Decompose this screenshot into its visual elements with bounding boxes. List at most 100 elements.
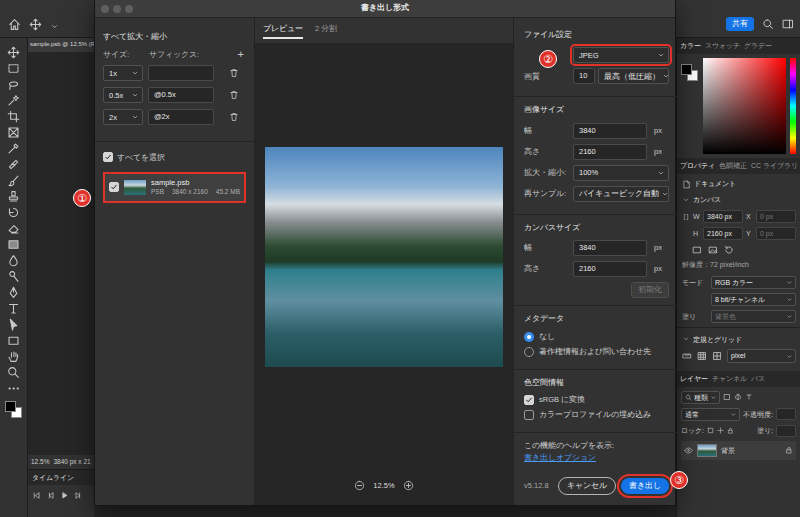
bit-depth-dropdown[interactable]: 8 bit/チャンネル — [711, 293, 796, 306]
option-label[interactable]: sRGB に変換 — [539, 395, 585, 405]
reset-button[interactable]: 初期化 — [631, 282, 669, 298]
canvas-heading[interactable]: カンバス — [693, 195, 721, 204]
suffix-field[interactable] — [148, 65, 214, 81]
cancel-button[interactable]: キャンセル — [558, 477, 616, 495]
select-all-row[interactable]: すべてを選択 — [103, 152, 246, 162]
pen-tool-icon[interactable] — [7, 286, 20, 299]
foreground-color[interactable] — [681, 64, 692, 75]
canvas-size-icon[interactable] — [692, 245, 702, 255]
timeline-title[interactable]: タイムライン — [28, 470, 94, 485]
filter-type-icon[interactable] — [745, 393, 753, 401]
history-brush-tool-icon[interactable] — [7, 206, 20, 219]
format-dropdown[interactable]: JPEG — [573, 47, 669, 63]
layer-name[interactable]: 背景 — [721, 446, 735, 455]
height-field[interactable]: 2160 px — [703, 227, 743, 240]
preview-tab[interactable]: プレビュー — [263, 22, 303, 39]
checkbox[interactable] — [524, 410, 534, 420]
export-button[interactable]: 書き出し — [621, 478, 669, 494]
panel-tab[interactable]: プロパティ — [680, 159, 715, 173]
hand-tool-icon[interactable] — [7, 350, 20, 363]
asset-checkbox[interactable] — [109, 182, 119, 192]
lock-all-icon[interactable] — [727, 427, 734, 434]
mode-dropdown[interactable]: RGB カラー — [711, 276, 796, 289]
close-button[interactable] — [101, 5, 109, 13]
next-frame-icon[interactable] — [74, 491, 83, 500]
frame-tool-icon[interactable] — [7, 126, 20, 139]
scale-size-dropdown[interactable]: 0.5x — [103, 87, 143, 103]
move-tool-icon[interactable] — [7, 46, 20, 59]
panel-tab[interactable]: パス — [751, 372, 765, 386]
lock-icon[interactable] — [785, 446, 793, 454]
filter-adjust-icon[interactable] — [734, 393, 742, 401]
healing-brush-tool-icon[interactable] — [7, 158, 20, 171]
guides-icon[interactable] — [712, 351, 722, 361]
color-space-option[interactable]: カラープロファイルの埋め込み — [524, 410, 669, 420]
lock-pixels-icon[interactable] — [707, 427, 714, 434]
rotate-icon[interactable] — [724, 245, 734, 255]
suffix-field[interactable]: @0.5x — [148, 87, 214, 103]
color-swatches[interactable] — [5, 401, 23, 419]
share-button[interactable]: 共有 — [726, 17, 754, 32]
blend-mode-dropdown[interactable]: 通常 — [681, 408, 740, 421]
zoom-tool-icon[interactable] — [7, 366, 20, 379]
preview-tab[interactable]: 2 分割 — [315, 22, 337, 39]
option-label[interactable]: なし — [539, 332, 555, 342]
path-select-tool-icon[interactable] — [7, 318, 20, 331]
x-field[interactable]: 0 px — [756, 210, 796, 223]
minimize-button[interactable] — [113, 5, 121, 13]
zoom-out-icon[interactable] — [354, 480, 365, 491]
dropdown-chevron-icon[interactable] — [50, 22, 59, 31]
trash-icon[interactable] — [229, 90, 239, 100]
dodge-tool-icon[interactable] — [7, 270, 20, 283]
document-tab[interactable]: sample.psb @ 12.5% (R — [28, 38, 94, 52]
foreground-color[interactable] — [5, 401, 16, 412]
rectangle-tool-icon[interactable] — [7, 334, 20, 347]
width-field[interactable]: 3840 px — [703, 210, 743, 223]
units-dropdown[interactable]: pixel — [727, 349, 796, 362]
lasso-tool-icon[interactable] — [7, 78, 20, 91]
option-label[interactable]: カラープロファイルの埋め込み — [539, 410, 651, 420]
trash-icon[interactable] — [229, 68, 239, 78]
layer-row[interactable]: 背景 — [681, 441, 796, 460]
image-icon[interactable] — [708, 245, 718, 255]
eraser-tool-icon[interactable] — [7, 222, 20, 235]
zoom-in-icon[interactable] — [403, 480, 414, 491]
disclosure-icon[interactable] — [682, 196, 690, 204]
suffix-field[interactable]: @2x — [148, 109, 214, 125]
fill-dropdown[interactable]: 背景色 — [711, 310, 796, 323]
blur-tool-icon[interactable] — [7, 254, 20, 267]
filter-kind-dropdown[interactable]: 種類 — [681, 391, 720, 404]
image-width-field[interactable]: 3840 — [573, 123, 647, 139]
color-space-option[interactable]: sRGB に変換 — [524, 395, 669, 405]
select-all-checkbox[interactable] — [103, 152, 113, 162]
image-height-field[interactable]: 2160 — [573, 144, 647, 160]
color-field[interactable] — [703, 58, 786, 154]
rulers-grid-heading[interactable]: 定規とグリッド — [693, 335, 742, 344]
panel-tab[interactable]: レイヤー — [680, 372, 708, 386]
status-zoom[interactable]: 12.5% — [31, 458, 49, 466]
panel-tab[interactable]: カラー — [680, 39, 701, 53]
eyedropper-tool-icon[interactable] — [7, 142, 20, 155]
option-label[interactable]: 著作権情報および問い合わせ先 — [539, 347, 651, 357]
radio-button[interactable] — [524, 347, 534, 357]
quick-select-tool-icon[interactable] — [7, 94, 20, 107]
marquee-tool-icon[interactable] — [7, 62, 20, 75]
hue-slider[interactable] — [790, 58, 796, 154]
grid-icon[interactable] — [697, 351, 707, 361]
canvas-width-field[interactable]: 3840 — [573, 240, 647, 256]
play-icon[interactable] — [60, 491, 69, 500]
type-tool-icon[interactable] — [7, 302, 20, 315]
add-scale-button[interactable]: + — [236, 49, 246, 60]
quality-field[interactable]: 10 — [573, 68, 595, 84]
more-tools-icon[interactable] — [7, 382, 20, 395]
first-frame-icon[interactable] — [32, 491, 41, 500]
metadata-option[interactable]: なし — [524, 332, 669, 342]
home-icon[interactable] — [8, 18, 21, 31]
canvas-height-field[interactable]: 2160 — [573, 261, 647, 277]
asset-item[interactable]: sample.psbPSB3840 x 216045.2 MB — [103, 172, 246, 202]
eye-icon[interactable] — [684, 446, 693, 455]
scale-size-dropdown[interactable]: 2x — [103, 109, 143, 125]
trash-icon[interactable] — [229, 112, 239, 122]
lock-position-icon[interactable] — [717, 427, 724, 434]
metadata-option[interactable]: 著作権情報および問い合わせ先 — [524, 347, 669, 357]
